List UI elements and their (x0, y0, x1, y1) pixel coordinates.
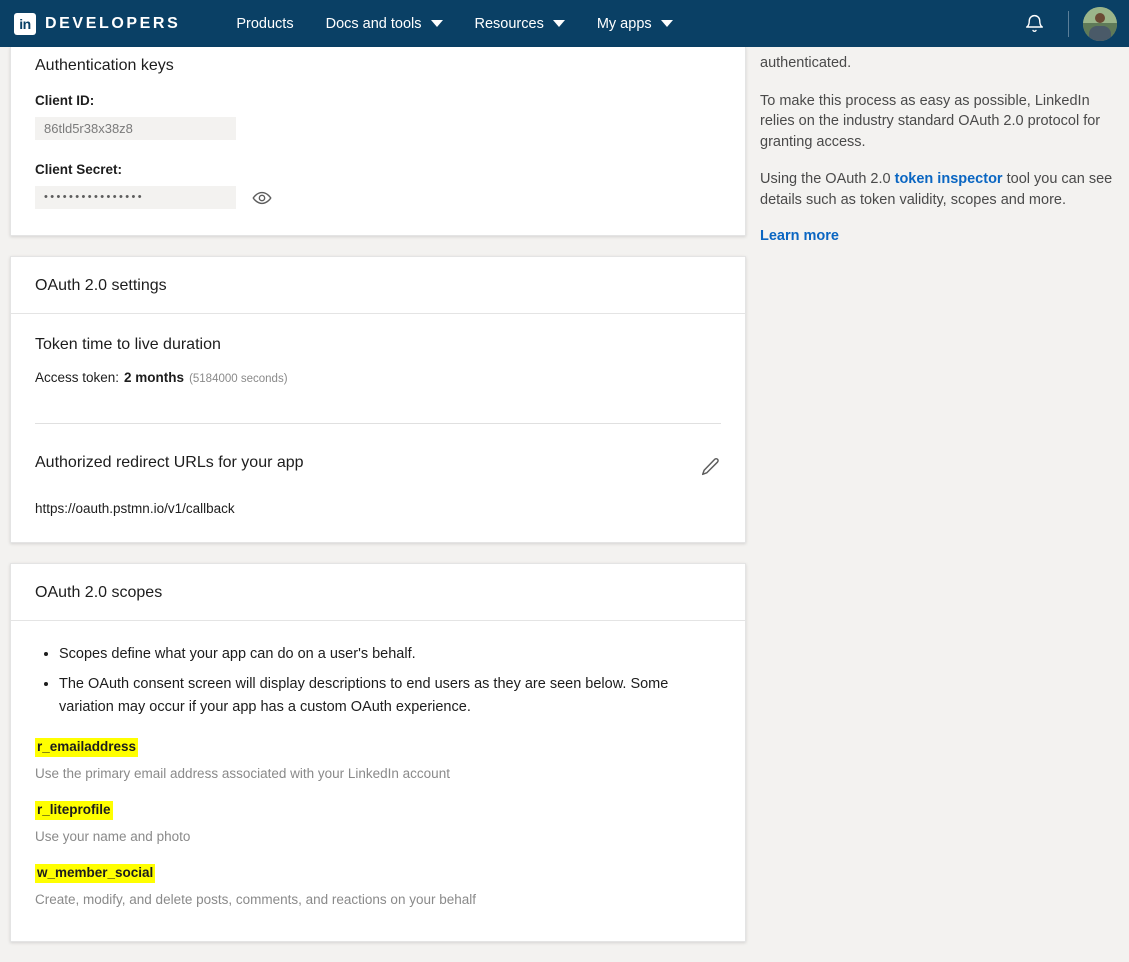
side-paragraph-3-before: Using the OAuth 2.0 (760, 171, 895, 188)
notifications-bell-icon[interactable] (1014, 12, 1054, 35)
learn-more-link[interactable]: Learn more (760, 228, 839, 244)
redirect-url-value: https://oauth.pstmn.io/v1/callback (35, 501, 235, 516)
side-info-panel: authenticated. To make this process as e… (760, 47, 1129, 245)
side-paragraph-3: Using the OAuth 2.0 token inspector tool… (760, 169, 1121, 210)
page-content: Authentication keys Client ID: 86tld5r38… (0, 47, 1129, 943)
chevron-down-icon (430, 20, 443, 27)
scope-name-badge: r_liteprofile (35, 801, 113, 821)
nav-item-docs-and-tools[interactable]: Docs and tools (310, 0, 459, 47)
authentication-keys-title: Authentication keys (35, 57, 174, 74)
main-column: Authentication keys Client ID: 86tld5r38… (10, 47, 746, 962)
nav-item-my-apps[interactable]: My apps (581, 0, 689, 47)
oauth-scopes-card: OAuth 2.0 scopes Scopes define what your… (10, 563, 746, 943)
pencil-edit-icon[interactable] (699, 456, 721, 483)
list-item: The OAuth consent screen will display de… (59, 673, 721, 718)
scope-entry: r_emailaddress Use the primary email add… (35, 738, 721, 781)
redirect-urls-title: Authorized redirect URLs for your app (35, 454, 304, 471)
client-id-value: 86tld5r38x38z8 (44, 121, 133, 136)
authentication-keys-card: Authentication keys Client ID: 86tld5r38… (10, 47, 746, 236)
oauth-settings-body: Token time to live duration Access token… (11, 314, 745, 542)
top-navigation-bar: in DEVELOPERS Products Docs and tools Re… (0, 0, 1129, 47)
nav-right-actions (1014, 6, 1117, 41)
nav-item-label: Products (236, 15, 294, 32)
list-item: Scopes define what your app can do on a … (59, 643, 721, 665)
access-token-row: Access token: 2 months (5184000 seconds) (35, 370, 721, 385)
token-ttl-title: Token time to live duration (35, 336, 221, 353)
scopes-info-list: Scopes define what your app can do on a … (35, 643, 721, 718)
chevron-down-icon (552, 20, 565, 27)
scope-description: Create, modify, and delete posts, commen… (35, 892, 476, 908)
eye-icon[interactable] (252, 188, 272, 208)
scope-description: Use your name and photo (35, 829, 191, 845)
scope-description: Use the primary email address associated… (35, 766, 450, 782)
nav-item-resources[interactable]: Resources (459, 0, 581, 47)
oauth-settings-card: OAuth 2.0 settings Token time to live du… (10, 256, 746, 543)
oauth-settings-title: OAuth 2.0 settings (11, 257, 745, 314)
divider (35, 423, 721, 424)
side-paragraph-2: To make this process as easy as possible… (760, 92, 1101, 150)
oauth-scopes-title: OAuth 2.0 scopes (11, 564, 745, 621)
authentication-keys-body: Authentication keys Client ID: 86tld5r38… (11, 47, 745, 235)
client-secret-value: •••••••••••••••• (44, 191, 145, 203)
scope-entry: r_liteprofile Use your name and photo (35, 801, 721, 844)
linkedin-logo-icon: in (14, 12, 36, 35)
brand-title: DEVELOPERS (45, 14, 181, 32)
nav-item-label: Docs and tools (325, 15, 422, 32)
client-secret-label: Client Secret: (35, 162, 123, 177)
side-paragraph-1: authenticated. (760, 55, 852, 71)
token-inspector-link[interactable]: token inspector (895, 171, 1003, 187)
client-secret-row: •••••••••••••••• (35, 186, 721, 209)
client-secret-input[interactable]: •••••••••••••••• (35, 186, 236, 209)
oauth-scopes-body: Scopes define what your app can do on a … (11, 621, 745, 941)
nav-item-label: Resources (474, 15, 544, 32)
access-token-label: Access token: (35, 370, 120, 385)
nav-item-products[interactable]: Products (220, 0, 309, 47)
redirect-urls-header: Authorized redirect URLs for your app (35, 454, 721, 483)
nav-item-label: My apps (596, 15, 652, 32)
access-token-seconds: (5184000 seconds) (189, 373, 288, 385)
nav-links: Products Docs and tools Resources My app… (220, 0, 688, 47)
scope-entry: w_member_social Create, modify, and dele… (35, 864, 721, 907)
brand-logo[interactable]: in DEVELOPERS (14, 12, 181, 35)
client-id-input[interactable]: 86tld5r38x38z8 (35, 117, 236, 140)
nav-divider (1068, 10, 1069, 37)
access-token-value: 2 months (124, 370, 185, 385)
chevron-down-icon (660, 20, 673, 27)
scope-name-badge: w_member_social (35, 864, 156, 884)
scope-name-badge: r_emailaddress (35, 738, 139, 758)
client-id-label: Client ID: (35, 93, 95, 108)
avatar[interactable] (1083, 6, 1117, 41)
